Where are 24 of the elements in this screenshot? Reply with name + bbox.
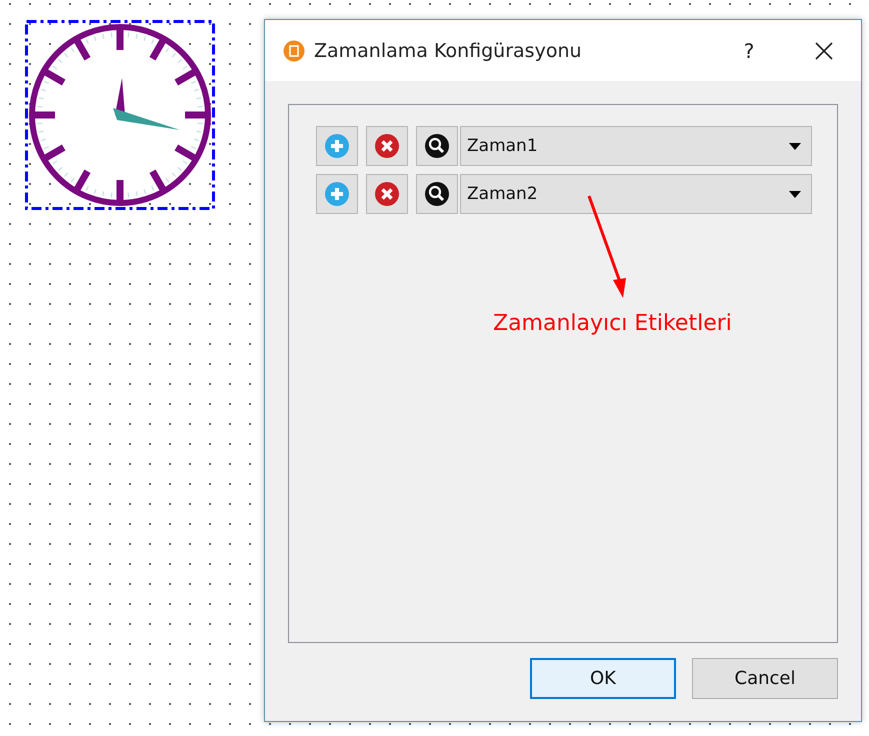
search-icon xyxy=(424,181,450,207)
search-icon xyxy=(424,133,450,159)
add-button[interactable] xyxy=(316,126,358,166)
help-button[interactable]: ? xyxy=(726,30,772,70)
dialog-button[interactable]: OK xyxy=(530,658,676,699)
timer-dropdown[interactable]: Zaman2 xyxy=(460,174,812,214)
caret-icon xyxy=(789,142,801,150)
window-title: Zamanlama Konfigürasyonu xyxy=(314,40,583,62)
search-button[interactable] xyxy=(416,174,458,214)
timer-dropdown[interactable]: Zaman1 xyxy=(460,126,812,166)
app-icon xyxy=(283,40,305,62)
x-circle-icon xyxy=(374,133,400,159)
dialog-button[interactable]: Cancel xyxy=(692,658,838,699)
plus-icon xyxy=(324,181,350,207)
annotation-label: Zamanlayıcı Etiketleri xyxy=(493,311,732,336)
x-circle-icon xyxy=(374,181,400,207)
plus-icon xyxy=(324,133,350,159)
add-button[interactable] xyxy=(316,174,358,214)
remove-button[interactable] xyxy=(366,126,408,166)
search-button[interactable] xyxy=(416,126,458,166)
clock-drawing[interactable] xyxy=(25,20,215,210)
remove-button[interactable] xyxy=(366,174,408,214)
close-icon xyxy=(814,40,834,60)
caret-icon xyxy=(789,190,801,198)
